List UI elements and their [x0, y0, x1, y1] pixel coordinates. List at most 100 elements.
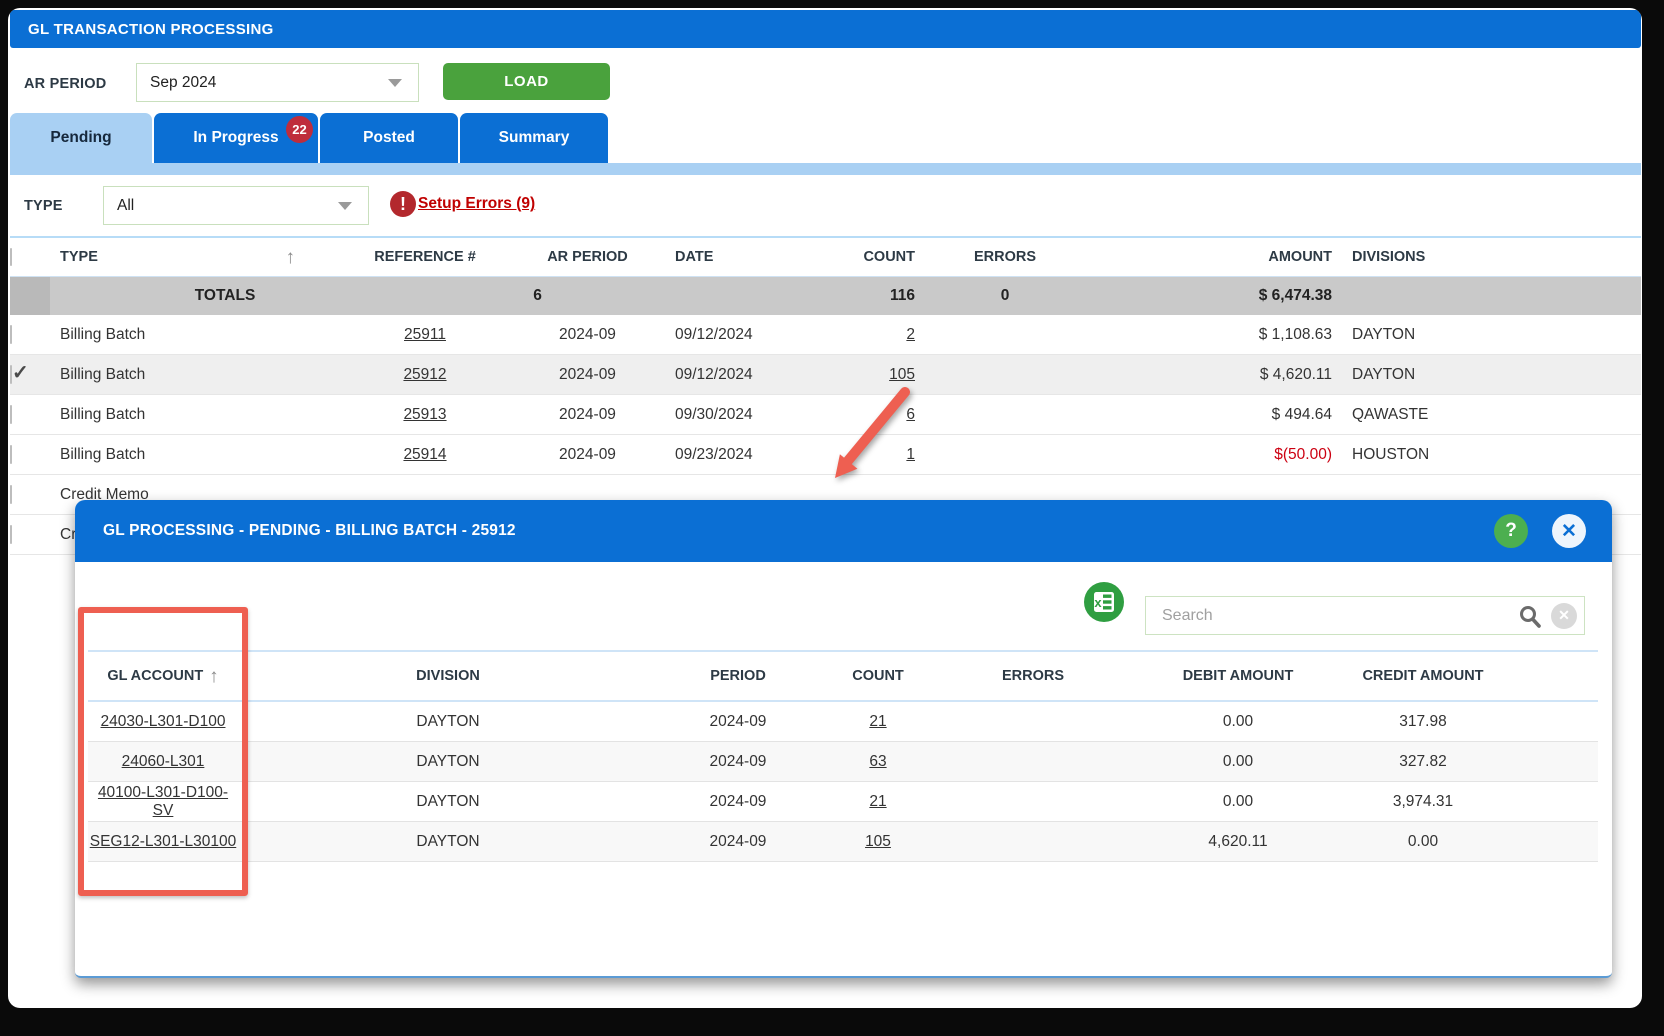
- reference-link[interactable]: 25914: [403, 446, 446, 463]
- cell-ar-period: 2024-09: [559, 445, 616, 463]
- close-icon: ✕: [1561, 520, 1577, 542]
- setup-errors-label[interactable]: Setup Errors (9): [418, 195, 535, 213]
- totals-label: TOTALS: [194, 287, 256, 304]
- cell-ar-period: 2024-09: [559, 405, 616, 423]
- gl-account-detail-table: GL ACCOUNT ↑ DIVISION PERIOD COUNT ERROR…: [88, 650, 1598, 862]
- tab-pending[interactable]: Pending: [10, 113, 152, 163]
- cell-division: DAYTON: [416, 832, 480, 850]
- cell-amount: $ 4,620.11: [1259, 365, 1332, 383]
- count-link[interactable]: 21: [869, 793, 886, 810]
- cell-division: DAYTON: [416, 792, 480, 810]
- select-all-checkbox[interactable]: [10, 248, 12, 266]
- row-checkbox[interactable]: ✓: [10, 362, 29, 384]
- error-exclamation-icon: !: [390, 191, 416, 217]
- load-button[interactable]: LOAD: [443, 63, 610, 100]
- cell-period: 2024-09: [709, 792, 767, 810]
- totals-errors: 0: [1000, 287, 1010, 304]
- reference-link[interactable]: 25912: [403, 366, 446, 383]
- tab-pending-label: Pending: [50, 129, 112, 146]
- table-row[interactable]: ✓ Billing Batch 25911 2024-09 09/12/2024…: [10, 315, 1641, 355]
- cell-amount: $(50.00): [1274, 445, 1332, 463]
- cell-ar-period: 2024-09: [559, 325, 616, 343]
- row-checkbox[interactable]: ✓: [10, 324, 12, 344]
- tab-in-progress[interactable]: In Progress 22: [154, 113, 318, 163]
- column-header-count[interactable]: COUNT: [818, 668, 938, 684]
- active-tab-strip: [10, 163, 1641, 175]
- cell-debit: 0.00: [1222, 712, 1254, 730]
- column-header-errors[interactable]: ERRORS: [938, 668, 1128, 684]
- totals-reference-count: 6: [533, 287, 542, 304]
- gl-account-link[interactable]: SEG12-L301-L30100: [90, 833, 237, 850]
- ar-period-select[interactable]: Sep 2024: [136, 63, 419, 102]
- tab-posted[interactable]: Posted: [320, 113, 458, 163]
- row-checkbox[interactable]: ✓: [10, 484, 12, 504]
- column-header-reference[interactable]: REFERENCE #: [340, 249, 510, 265]
- modal-titlebar: GL PROCESSING - PENDING - BILLING BATCH …: [75, 500, 1612, 562]
- tab-summary[interactable]: Summary: [460, 113, 608, 163]
- cell-credit: 0.00: [1407, 832, 1439, 850]
- gl-account-link[interactable]: 40100-L301-D100-SV: [98, 784, 228, 819]
- cell-type: Billing Batch: [60, 365, 146, 383]
- modal-table-header: GL ACCOUNT ↑ DIVISION PERIOD COUNT ERROR…: [88, 650, 1598, 702]
- window-title: GL TRANSACTION PROCESSING: [28, 20, 274, 38]
- sort-ascending-icon[interactable]: ↑: [286, 248, 296, 267]
- table-row: 24060-L301 DAYTON 2024-09 63 0.00 327.82: [88, 742, 1598, 782]
- cell-type: Billing Batch: [60, 325, 146, 343]
- column-header-amount[interactable]: AMOUNT: [1095, 249, 1332, 265]
- excel-export-button[interactable]: x: [1084, 582, 1124, 622]
- column-header-errors[interactable]: ERRORS: [915, 249, 1095, 265]
- reference-link[interactable]: 25913: [403, 406, 446, 423]
- column-header-count[interactable]: COUNT: [805, 249, 915, 265]
- ar-period-value: Sep 2024: [150, 73, 217, 91]
- row-checkbox[interactable]: ✓: [10, 404, 12, 424]
- cell-division: HOUSTON: [1352, 445, 1430, 463]
- count-link[interactable]: 21: [869, 713, 886, 730]
- column-header-period[interactable]: PERIOD: [658, 668, 818, 684]
- excel-icon: x: [1094, 592, 1114, 612]
- search-icon[interactable]: [1517, 603, 1543, 629]
- cell-period: 2024-09: [709, 752, 767, 770]
- gl-batch-detail-modal: GL PROCESSING - PENDING - BILLING BATCH …: [75, 500, 1612, 978]
- column-header-division[interactable]: DIVISION: [238, 668, 658, 684]
- help-button[interactable]: ?: [1494, 514, 1528, 548]
- gl-account-link[interactable]: 24030-L301-D100: [101, 713, 226, 730]
- column-header-gl-account[interactable]: GL ACCOUNT: [107, 668, 203, 684]
- checkmark-icon: ✓: [12, 361, 29, 384]
- clear-search-icon[interactable]: ✕: [1551, 602, 1577, 629]
- search-input[interactable]: [1160, 605, 1517, 626]
- sort-ascending-icon[interactable]: ↑: [209, 667, 219, 686]
- count-link[interactable]: 105: [865, 833, 891, 850]
- setup-errors-link[interactable]: ! Setup Errors (9): [390, 191, 535, 217]
- table-row: SEG12-L301-L30100 DAYTON 2024-09 105 4,6…: [88, 822, 1598, 862]
- table-header-row: TYPE ↑ REFERENCE # AR PERIOD DATE COUNT …: [10, 236, 1641, 277]
- column-header-debit[interactable]: DEBIT AMOUNT: [1128, 668, 1348, 684]
- table-row: 24030-L301-D100 DAYTON 2024-09 21 0.00 3…: [88, 702, 1598, 742]
- count-link[interactable]: 1: [906, 446, 915, 463]
- table-row[interactable]: ✓ Billing Batch 25912 2024-09 09/12/2024…: [10, 355, 1641, 395]
- column-header-divisions[interactable]: DIVISIONS: [1347, 249, 1532, 265]
- column-header-date[interactable]: DATE: [665, 249, 805, 265]
- column-header-ar-period[interactable]: AR PERIOD: [510, 249, 665, 265]
- column-header-credit[interactable]: CREDIT AMOUNT: [1348, 668, 1568, 684]
- cell-period: 2024-09: [709, 712, 767, 730]
- cell-amount: $ 494.64: [1271, 405, 1332, 423]
- count-link[interactable]: 63: [869, 753, 886, 770]
- type-filter-select[interactable]: All: [103, 186, 369, 225]
- app-window: GL TRANSACTION PROCESSING AR PERIOD Sep …: [8, 8, 1642, 1008]
- totals-row: TOTALS 6 116 0 $ 6,474.38: [10, 277, 1641, 315]
- reference-link[interactable]: 25911: [404, 326, 446, 343]
- gl-account-link[interactable]: 24060-L301: [122, 753, 205, 770]
- close-button[interactable]: ✕: [1552, 514, 1586, 548]
- count-link[interactable]: 105: [889, 366, 915, 383]
- row-checkbox[interactable]: ✓: [10, 524, 12, 544]
- row-checkbox[interactable]: ✓: [10, 444, 12, 464]
- column-header-type[interactable]: TYPE: [60, 249, 98, 265]
- table-row[interactable]: ✓ Billing Batch 25913 2024-09 09/30/2024…: [10, 395, 1641, 435]
- count-link[interactable]: 2: [906, 326, 915, 343]
- svg-text:x: x: [1094, 595, 1102, 610]
- cell-period: 2024-09: [709, 832, 767, 850]
- count-link[interactable]: 6: [906, 406, 915, 423]
- modal-title: GL PROCESSING - PENDING - BILLING BATCH …: [103, 522, 516, 539]
- table-row[interactable]: ✓ Billing Batch 25914 2024-09 09/23/2024…: [10, 435, 1641, 475]
- type-filter-value: All: [117, 196, 135, 214]
